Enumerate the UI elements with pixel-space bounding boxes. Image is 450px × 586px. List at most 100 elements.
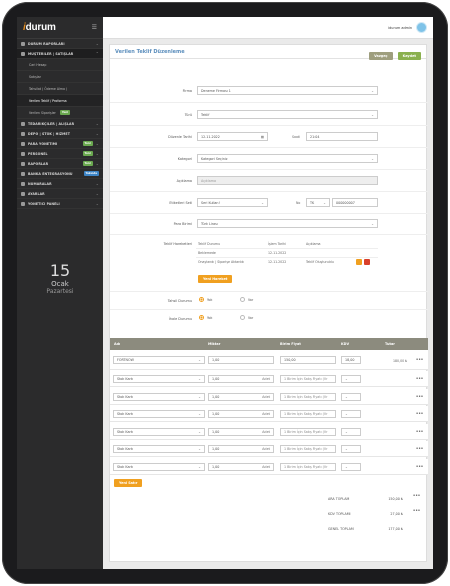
table-row: FORTNOW ⌄ 1,00 150,00 18,00 180,00 ₺ ••• [110,350,428,370]
etiket-select[interactable]: Seri Kullan! ⌄ [197,198,268,207]
price-input[interactable]: 150,00 [280,356,336,364]
qty-input[interactable]: 1,00 Adet [208,445,274,453]
sidebar-item-ayarlar[interactable]: AYARLAR ⌄ [17,189,103,199]
sidebar-item-banka[interactable]: BANKA ENTEGRASYONU Yakında [17,169,103,179]
chevron-down-icon: ⌄ [95,181,99,186]
sidebar-item-musteriler[interactable]: MÜŞTERİLER | SATIŞLAR ⌃ [17,49,103,59]
firma-select[interactable]: Deneme Firması 1 ⌄ [197,86,378,95]
sidebar-sub-verilen-teklif[interactable]: Verilen Teklif / Proforma [17,95,103,107]
kategori-select[interactable]: Kategori Seçiniz ⌄ [197,154,378,163]
kdv-select[interactable]: ⌄ [341,445,361,453]
price-input[interactable]: 1 Birim İçin Satış Fiyatı (Vr [280,462,336,471]
product-select[interactable]: Stok Kartı ⌄ [113,375,205,383]
qty-input[interactable]: 1,00 [208,356,274,364]
aciklama-label: Açıklama [176,179,192,183]
sidebar-sub-verilen-siparisler[interactable]: Verilen Siparişler Yeni [17,107,103,119]
qty-input[interactable]: 1,00 Adet [208,375,274,383]
table-row: Stok Kartı ⌄ 1,00 Adet 1 Birim İçin Satış Fi… [110,371,428,387]
divider [110,291,428,292]
price-input[interactable]: 1 Birim İçin Satış Fiyatı (Vr [280,427,336,436]
unit-label: Adet [262,447,270,451]
product-select[interactable]: Stok Kartı ⌄ [113,392,205,401]
edit-icon[interactable] [356,259,362,265]
product-select[interactable]: FORTNOW ⌄ [113,356,205,364]
kdv-select[interactable]: ⌄ [341,427,361,436]
price-input[interactable]: 1 Birim İçin Satış Fiyatı (Vr [280,375,336,383]
more-icon[interactable]: ••• [416,376,424,382]
more-icon[interactable]: ••• [416,411,424,417]
divider [110,125,428,126]
tur-select[interactable]: Teklif ⌄ [197,110,378,119]
chevron-down-icon: ⌄ [198,447,201,451]
more-icon[interactable]: ••• [413,493,421,499]
divider [110,234,428,235]
sidebar-item-depo[interactable]: DEPO | STOK | HİZMET ⌄ [17,129,103,139]
qty-input[interactable]: 1,00 Adet [208,410,274,418]
aciklama-input[interactable]: Açıklama [197,176,378,185]
time-input[interactable]: 21:04 [306,132,378,141]
cancel-button[interactable]: Vazgeç [369,52,393,60]
price-input[interactable]: 1 Birim İçin Satış Fiyatı (Vr [280,392,336,401]
sidebar-item-personel[interactable]: PERSONEL Yeni ⌄ [17,149,103,159]
kdv-select[interactable]: ⌄ [341,462,361,471]
product-select[interactable]: Stok Kartı ⌄ [113,462,205,471]
divider [110,213,428,214]
sidebar-item-tedarikciler[interactable]: TEDARİKÇİLER | ALIŞLAR ⌄ [17,119,103,129]
admin-icon [21,201,25,206]
product-select[interactable]: Stok Kartı ⌄ [113,427,205,436]
product-select[interactable]: Stok Kartı ⌄ [113,445,205,453]
qty-input[interactable]: 1,00 Adet [208,462,274,471]
kdv-select[interactable]: ⌄ [341,392,361,401]
save-button[interactable]: Kaydet [397,52,421,60]
soon-badge: Yakında [83,171,99,176]
sidebar-item-durum-raporlari[interactable]: DURUM RAPORLARI ⌄ [17,39,103,49]
add-hareket-button[interactable]: Yeni Hareket [198,275,233,283]
kdv-input[interactable]: 18,00 [341,356,361,364]
add-row-button[interactable]: Yeni Satır [114,479,143,487]
more-icon[interactable]: ••• [416,357,424,363]
unit-label: Adet [262,464,270,469]
chevron-down-icon: ⌄ [95,161,99,166]
sidebar-sub-satislar[interactable]: Satışlar [17,71,103,83]
price-input[interactable]: 1 Birim İçin Satış Fiyatı (Vr [280,445,336,453]
price-input[interactable]: 1 Birim İçin Satış Fiyatı (Vr [280,410,336,418]
sidebar-item-yonetici[interactable]: YÖNETİCİ PANELİ ⌄ [17,199,103,209]
sidebar-item-raporlar[interactable]: RAPORLAR Yeni ⌄ [17,159,103,169]
ihale-radio-var[interactable]: Var [240,315,253,320]
product-select[interactable]: Stok Kartı ⌄ [113,410,205,418]
users-icon [21,51,25,56]
chevron-down-icon: ⌄ [345,377,348,381]
tahsil-radio-yok[interactable]: Yok [199,297,212,302]
more-icon[interactable]: ••• [416,394,424,400]
sidebar-item-para[interactable]: PARA YÖNETİMİ Yeni ⌄ [17,139,103,149]
more-icon[interactable]: ••• [416,464,424,470]
more-icon[interactable]: ••• [416,429,424,435]
hareket-row-tarih: 12.11.2022 [268,260,287,264]
tahsil-radio-var[interactable]: Var [240,297,253,302]
col-miktar: Miktar [208,342,221,346]
delete-icon[interactable] [364,259,370,265]
radio-selected [199,315,204,320]
para-select[interactable]: Türk Lirası ⌄ [197,219,378,228]
ihale-radio-yok[interactable]: Yok [199,315,212,320]
date-input[interactable]: 12.11.2022 ▦ [197,132,268,141]
col-adi: Adı [114,342,121,346]
col-kdv: KDV [341,342,350,346]
more-icon[interactable]: ••• [413,508,421,514]
para-label: Para Birimi [173,222,192,226]
avatar[interactable] [416,22,427,33]
kdv-select[interactable]: ⌄ [341,410,361,418]
hamburger-menu-icon[interactable]: ☰ [92,24,97,31]
user-name[interactable]: idurum admin [388,26,412,30]
money-icon [21,141,25,146]
hareket-row-aciklama: Teklif Oluşturuldu [306,260,334,264]
no-prefix-select[interactable]: TK ⌄ [306,198,330,207]
no-input[interactable]: 000000007 [332,198,378,207]
more-icon[interactable]: ••• [416,446,424,452]
sidebar-sub-tahsilat[interactable]: Tahsilat ( Ödeme Alma ) [17,83,103,95]
sidebar-item-numaralar[interactable]: NUMARALAR ⌄ [17,179,103,189]
kdv-select[interactable]: ⌄ [341,375,361,383]
qty-input[interactable]: 1,00 Adet [208,392,274,401]
qty-input[interactable]: 1,00 Adet [208,427,274,436]
sidebar-sub-cari-hesap[interactable]: Cari Hesap [17,59,103,71]
